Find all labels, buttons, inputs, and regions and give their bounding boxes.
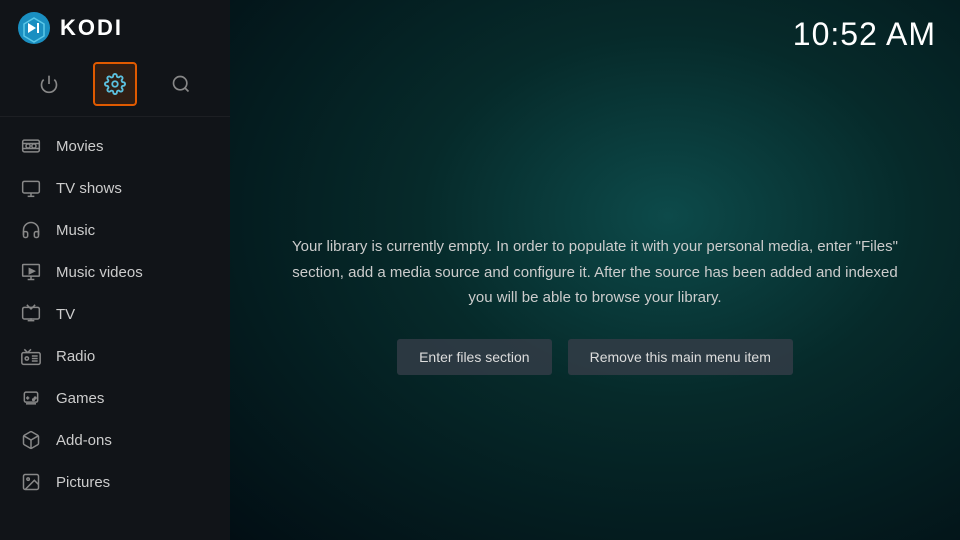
tv-label: TV <box>56 306 75 323</box>
nav-item-tv[interactable]: TV <box>0 293 230 335</box>
add-ons-icon <box>20 429 42 451</box>
library-empty-message: Your library is currently empty. In orde… <box>290 234 900 311</box>
settings-button[interactable] <box>93 62 137 106</box>
nav-item-music-videos[interactable]: Music videos <box>0 251 230 293</box>
tv-shows-icon <box>20 177 42 199</box>
nav-item-movies[interactable]: Movies <box>0 125 230 167</box>
nav-item-games[interactable]: Games <box>0 377 230 419</box>
action-buttons-row: Enter files section Remove this main men… <box>397 339 793 375</box>
radio-icon <box>20 345 42 367</box>
nav-item-pictures[interactable]: Pictures <box>0 461 230 503</box>
clock-display: 10:52 AM <box>793 16 936 53</box>
center-panel: Your library is currently empty. In orde… <box>230 69 960 540</box>
search-button[interactable] <box>159 62 203 106</box>
games-icon <box>20 387 42 409</box>
sidebar: KODI <box>0 0 230 540</box>
games-label: Games <box>56 390 104 407</box>
nav-item-radio[interactable]: Radio <box>0 335 230 377</box>
main-nav: Movies TV shows Music <box>0 117 230 540</box>
add-ons-label: Add-ons <box>56 432 112 449</box>
movies-icon <box>20 135 42 157</box>
music-videos-icon <box>20 261 42 283</box>
tv-icon <box>20 303 42 325</box>
main-content: 10:52 AM Your library is currently empty… <box>230 0 960 540</box>
pictures-label: Pictures <box>56 474 110 491</box>
enter-files-button[interactable]: Enter files section <box>397 339 552 375</box>
music-videos-label: Music videos <box>56 264 143 281</box>
radio-label: Radio <box>56 348 95 365</box>
topbar: 10:52 AM <box>230 0 960 69</box>
tv-shows-label: TV shows <box>56 180 122 197</box>
app-title: KODI <box>60 15 123 41</box>
music-label: Music <box>56 222 95 239</box>
movies-label: Movies <box>56 138 104 155</box>
sidebar-icon-row <box>0 56 230 117</box>
sidebar-header: KODI <box>0 0 230 56</box>
music-icon <box>20 219 42 241</box>
nav-item-add-ons[interactable]: Add-ons <box>0 419 230 461</box>
remove-menu-item-button[interactable]: Remove this main menu item <box>568 339 793 375</box>
pictures-icon <box>20 471 42 493</box>
nav-item-tv-shows[interactable]: TV shows <box>0 167 230 209</box>
kodi-logo-icon <box>16 10 52 46</box>
nav-item-music[interactable]: Music <box>0 209 230 251</box>
power-button[interactable] <box>27 62 71 106</box>
